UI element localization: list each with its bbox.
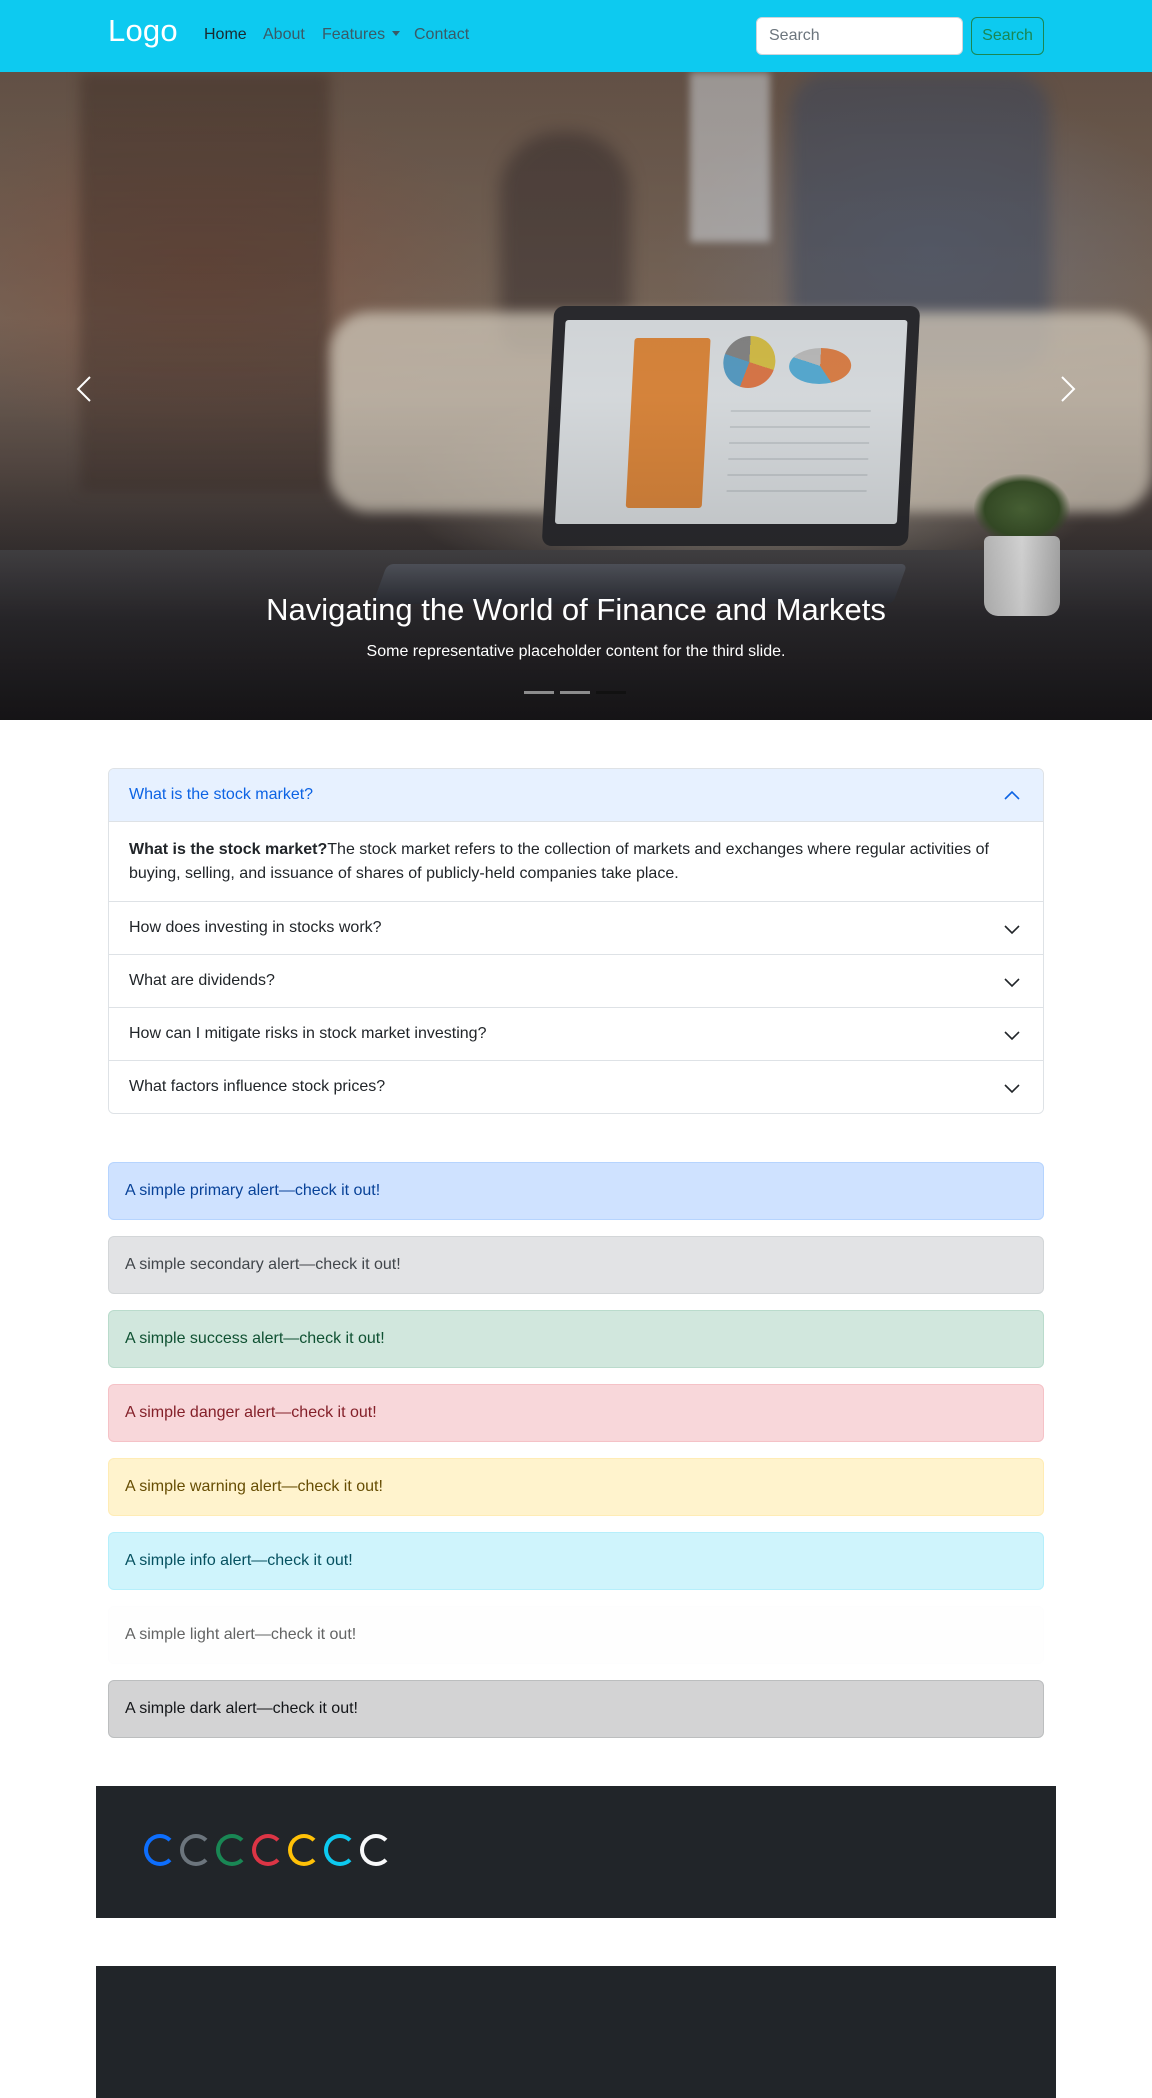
- nav-link-about[interactable]: About: [263, 26, 305, 44]
- carousel-indicator[interactable]: [560, 691, 590, 694]
- spinner-section: [96, 1786, 1056, 1918]
- spinner-warning: [288, 1834, 320, 1866]
- accordion-header-stock-prices[interactable]: What factors influence stock prices?: [109, 1061, 1043, 1113]
- alert-secondary: A simple secondary alert—check it out!: [108, 1236, 1044, 1294]
- spinner-danger: [252, 1834, 284, 1866]
- alert-dark: A simple dark alert—check it out!: [108, 1680, 1044, 1738]
- chevron-down-icon: [1004, 1031, 1020, 1041]
- alert-success: A simple success alert—check it out!: [108, 1310, 1044, 1368]
- accordion-question: How can I mitigate risks in stock market…: [129, 1025, 487, 1042]
- nav-link-features-dropdown[interactable]: Features: [322, 26, 401, 44]
- spinner-light: [360, 1834, 392, 1866]
- alert-danger: A simple danger alert—check it out!: [108, 1384, 1044, 1442]
- accordion-answer-bold: What is the stock market?: [129, 841, 328, 858]
- chevron-left-icon: [76, 376, 91, 402]
- accordion-question: What factors influence stock prices?: [129, 1078, 386, 1095]
- accordion-header-dividends[interactable]: What are dividends?: [109, 955, 1043, 1008]
- spinner-primary: [144, 1834, 176, 1866]
- spinner-success: [216, 1834, 248, 1866]
- carousel-prev-button[interactable]: [66, 369, 106, 409]
- accordion-question: What are dividends?: [129, 972, 275, 989]
- accordion-header-stock-market[interactable]: What is the stock market?: [109, 769, 1043, 822]
- carousel-caption-text: Some representative placeholder content …: [366, 643, 786, 660]
- search-button[interactable]: Search: [971, 17, 1044, 55]
- accordion-header-investing[interactable]: How does investing in stocks work?: [109, 902, 1043, 955]
- alert-primary: A simple primary alert—check it out!: [108, 1162, 1044, 1220]
- faq-accordion: What is the stock market? What is the st…: [108, 768, 1044, 1114]
- nav-link-contact[interactable]: Contact: [414, 26, 469, 44]
- alert-light: A simple light alert—check it out!: [108, 1606, 1044, 1664]
- carousel-next-button[interactable]: [1046, 369, 1086, 409]
- carousel-indicator-active[interactable]: [596, 691, 626, 694]
- search-input[interactable]: [756, 17, 963, 55]
- chevron-down-icon: [1004, 1084, 1020, 1094]
- dropdown-caret-icon: [392, 31, 401, 36]
- nav-link-features-label: Features: [322, 26, 386, 43]
- carousel-indicators: [524, 691, 628, 695]
- navbar: Logo Home About Features Contact Search: [0, 0, 1152, 72]
- chevron-down-icon: [1004, 925, 1020, 935]
- accordion-question: How does investing in stocks work?: [129, 919, 382, 936]
- carousel-caption-title: Navigating the World of Finance and Mark…: [266, 592, 886, 627]
- accordion-header-risks[interactable]: How can I mitigate risks in stock market…: [109, 1008, 1043, 1061]
- accordion-body-stock-market: What is the stock market?The stock marke…: [109, 822, 1043, 902]
- carousel-indicator[interactable]: [524, 691, 554, 694]
- footer: [96, 1966, 1056, 2098]
- spinner-info: [324, 1834, 356, 1866]
- navbar-brand-logo[interactable]: Logo: [108, 13, 178, 49]
- chevron-up-icon: [1004, 790, 1020, 800]
- accordion-question: What is the stock market?: [129, 786, 314, 803]
- hero-carousel: Navigating the World of Finance and Mark…: [0, 72, 1152, 720]
- alert-info: A simple info alert—check it out!: [108, 1532, 1044, 1590]
- nav-link-home[interactable]: Home: [204, 26, 247, 44]
- alert-warning: A simple warning alert—check it out!: [108, 1458, 1044, 1516]
- spinner-secondary: [180, 1834, 212, 1866]
- chevron-down-icon: [1004, 978, 1020, 988]
- chevron-right-icon: [1061, 376, 1076, 402]
